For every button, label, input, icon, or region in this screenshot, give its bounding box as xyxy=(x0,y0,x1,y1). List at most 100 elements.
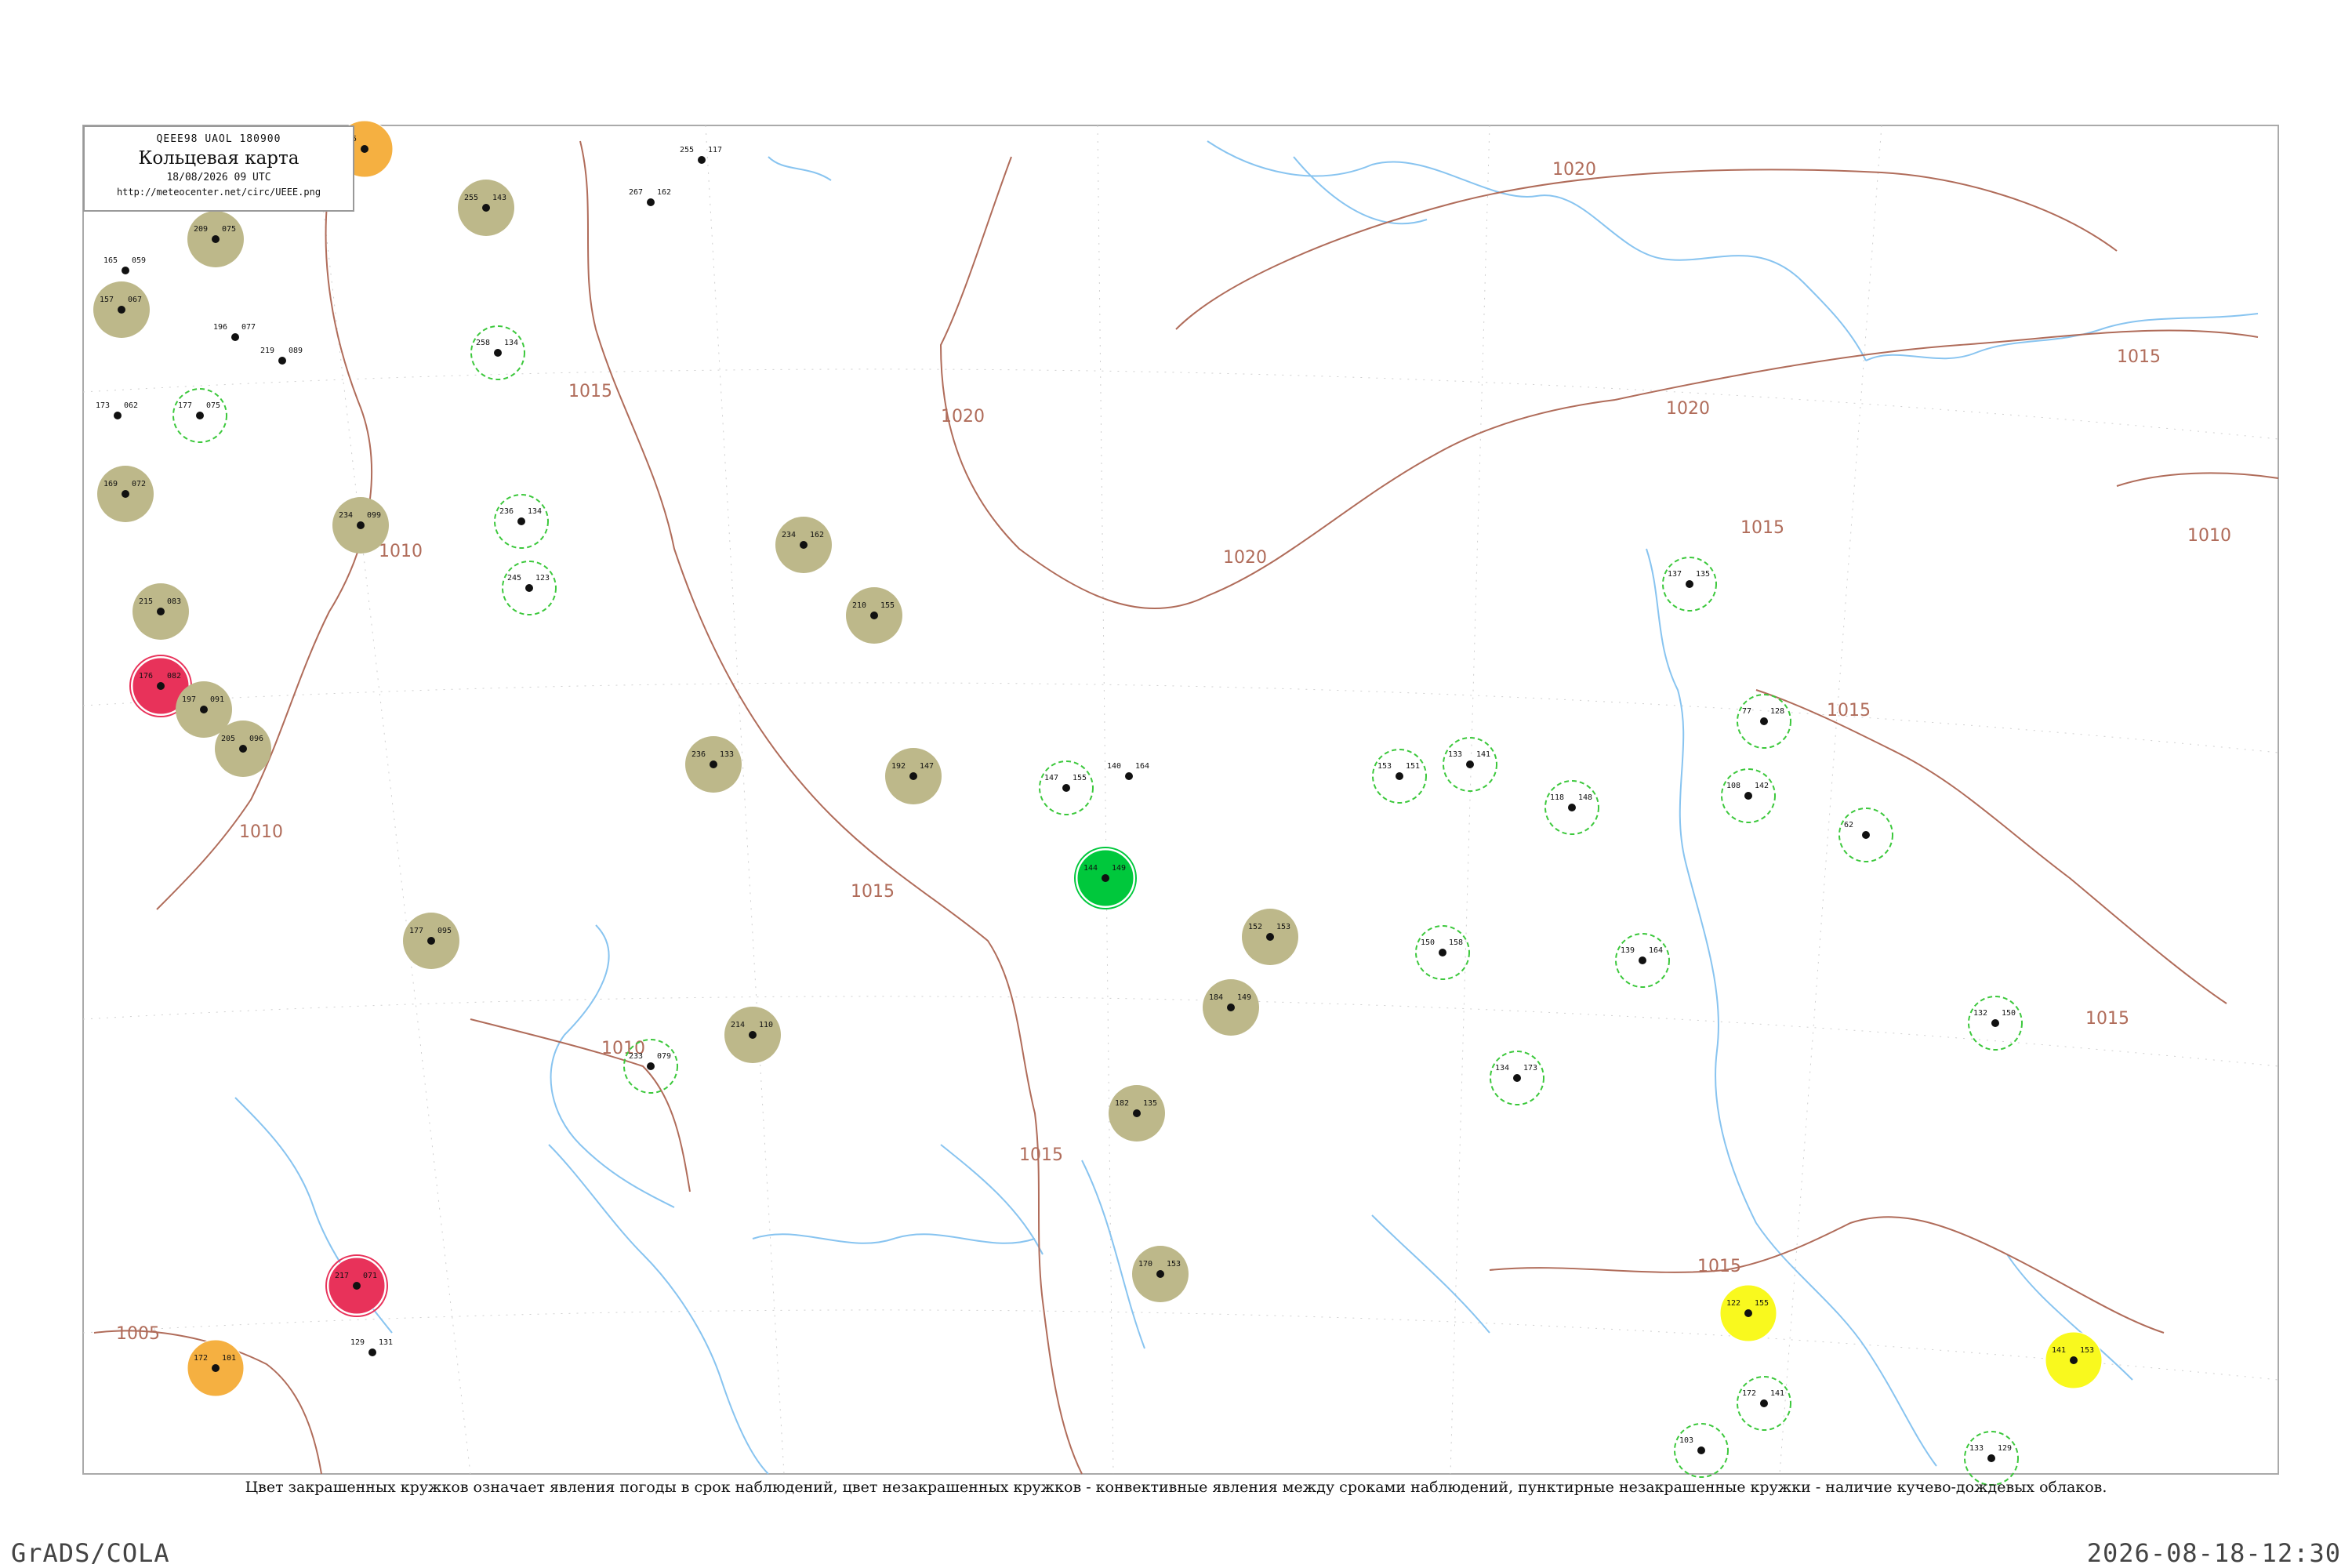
station-marker: 217 071 xyxy=(325,1254,388,1317)
station-dot xyxy=(1697,1446,1705,1454)
synoptic-map: 1020 1020 1020 1020 1015 1015 1015 1015 … xyxy=(82,120,2279,1486)
station-tendency: 151 xyxy=(1406,762,1420,771)
station-dot xyxy=(196,412,204,419)
station-pressure: 217 xyxy=(335,1272,349,1280)
station-tendency: 162 xyxy=(810,531,824,539)
station-pressure: 176 xyxy=(139,672,153,681)
station-dot xyxy=(1266,933,1274,941)
station-tendency: 083 xyxy=(167,597,181,606)
station-dot xyxy=(1439,949,1446,956)
isobar-label: 1015 xyxy=(1019,1145,1063,1165)
station-dot xyxy=(1991,1019,1999,1027)
station-pressure: 170 xyxy=(1138,1260,1152,1269)
station-tendency: 129 xyxy=(1998,1444,2012,1453)
station-pressure: 103 xyxy=(1679,1436,1693,1445)
station-dot xyxy=(1744,1309,1752,1317)
station-dot xyxy=(427,937,435,945)
station-tendency: 150 xyxy=(2002,1009,2016,1018)
station-pressure: 118 xyxy=(1550,793,1564,802)
station-tendency: 077 xyxy=(241,323,256,332)
station-pressure: 62 xyxy=(1844,821,1853,829)
station-dot xyxy=(239,745,247,753)
station-tendency: 123 xyxy=(535,574,550,583)
station-dot xyxy=(1639,956,1646,964)
station-marker: 234 099 xyxy=(332,497,389,554)
station-pressure: 141 xyxy=(2052,1346,2066,1355)
station-tendency: 134 xyxy=(504,339,518,347)
station-pressure: 236 xyxy=(691,750,706,759)
station-dot xyxy=(1062,784,1070,792)
station-tendency: 155 xyxy=(880,601,895,610)
station-pressure: 205 xyxy=(221,735,235,743)
station-marker: 184 149 xyxy=(1203,979,1259,1036)
station-dot xyxy=(1568,804,1576,811)
station-tendency: 096 xyxy=(249,735,263,743)
station-dot xyxy=(2070,1356,2078,1364)
software-credit: GrADS/COLA xyxy=(11,1538,170,1568)
station-marker: 144 149 xyxy=(1074,847,1137,909)
station-tendency: 089 xyxy=(289,347,303,355)
station-pressure: 137 xyxy=(1668,570,1682,579)
station-dot xyxy=(1987,1454,1995,1462)
map-title: Кольцевая карта xyxy=(138,148,299,169)
isobar-label: 1020 xyxy=(1223,548,1267,568)
station-dot xyxy=(278,357,286,365)
station-pressure: 258 xyxy=(476,339,490,347)
station-tendency: 095 xyxy=(437,927,452,935)
station-tendency: 153 xyxy=(1167,1260,1181,1269)
station-pressure: 77 xyxy=(1742,707,1751,716)
station-dot xyxy=(357,521,365,529)
map-caption: Цвет закрашенных кружков означает явлени… xyxy=(245,1479,2107,1496)
station-pressure: 209 xyxy=(194,225,208,234)
isobar-label: 1015 xyxy=(1827,701,1871,720)
station-pressure: 214 xyxy=(731,1021,745,1029)
station-pressure: 234 xyxy=(339,511,353,520)
isobar-label: 1020 xyxy=(1666,399,1710,419)
station-tendency: 082 xyxy=(167,672,181,681)
station-pressure: 197 xyxy=(182,695,196,704)
station-marker: 122 155 xyxy=(1719,1284,1777,1342)
station-dot xyxy=(1102,874,1109,882)
station-dot xyxy=(1133,1109,1141,1117)
station-marker: 214 110 xyxy=(724,1007,781,1063)
station-dot xyxy=(1744,792,1752,800)
station-tendency: 153 xyxy=(1276,923,1290,931)
station-tendency: 110 xyxy=(759,1021,773,1029)
isobar-label: 1010 xyxy=(379,542,423,561)
station-dot xyxy=(122,267,129,274)
station-tendency: 162 xyxy=(657,188,671,197)
isobar-label: 1015 xyxy=(851,882,895,902)
station-marker: 205 096 xyxy=(215,720,271,777)
station-dot xyxy=(231,333,239,341)
station-dot xyxy=(157,682,165,690)
station-marker: 234 162 xyxy=(775,517,832,573)
station-dot xyxy=(1227,1004,1235,1011)
station-pressure: 234 xyxy=(782,531,796,539)
station-pressure: 153 xyxy=(1377,762,1392,771)
station-dot xyxy=(710,760,717,768)
station-marker: 210 155 xyxy=(846,587,902,644)
station-tendency: 149 xyxy=(1112,864,1126,873)
station-pressure: 129 xyxy=(350,1338,365,1347)
station-dot xyxy=(1686,580,1693,588)
station-tendency: 153 xyxy=(2080,1346,2094,1355)
station-marker: 236 133 xyxy=(685,736,742,793)
station-dot xyxy=(212,1364,220,1372)
station-marker: 255 143 xyxy=(458,180,514,236)
isobar-label: 1015 xyxy=(568,382,612,401)
station-dot xyxy=(494,349,502,357)
station-dot xyxy=(1125,772,1133,780)
station-dot xyxy=(647,198,655,206)
station-tendency: 147 xyxy=(920,762,934,771)
station-tendency: 141 xyxy=(1476,750,1490,759)
station-pressure: 245 xyxy=(507,574,521,583)
station-tendency: 128 xyxy=(1770,707,1784,716)
station-tendency: 158 xyxy=(1449,938,1463,947)
station-tendency: 067 xyxy=(128,296,142,304)
source-url: http://meteocenter.net/circ/UEEE.png xyxy=(116,187,321,198)
station-marker: 209 075 xyxy=(187,211,244,267)
station-pressure: 210 xyxy=(852,601,866,610)
station-tendency: 075 xyxy=(206,401,220,410)
station-dot xyxy=(1513,1074,1521,1082)
station-tendency: 135 xyxy=(1696,570,1710,579)
